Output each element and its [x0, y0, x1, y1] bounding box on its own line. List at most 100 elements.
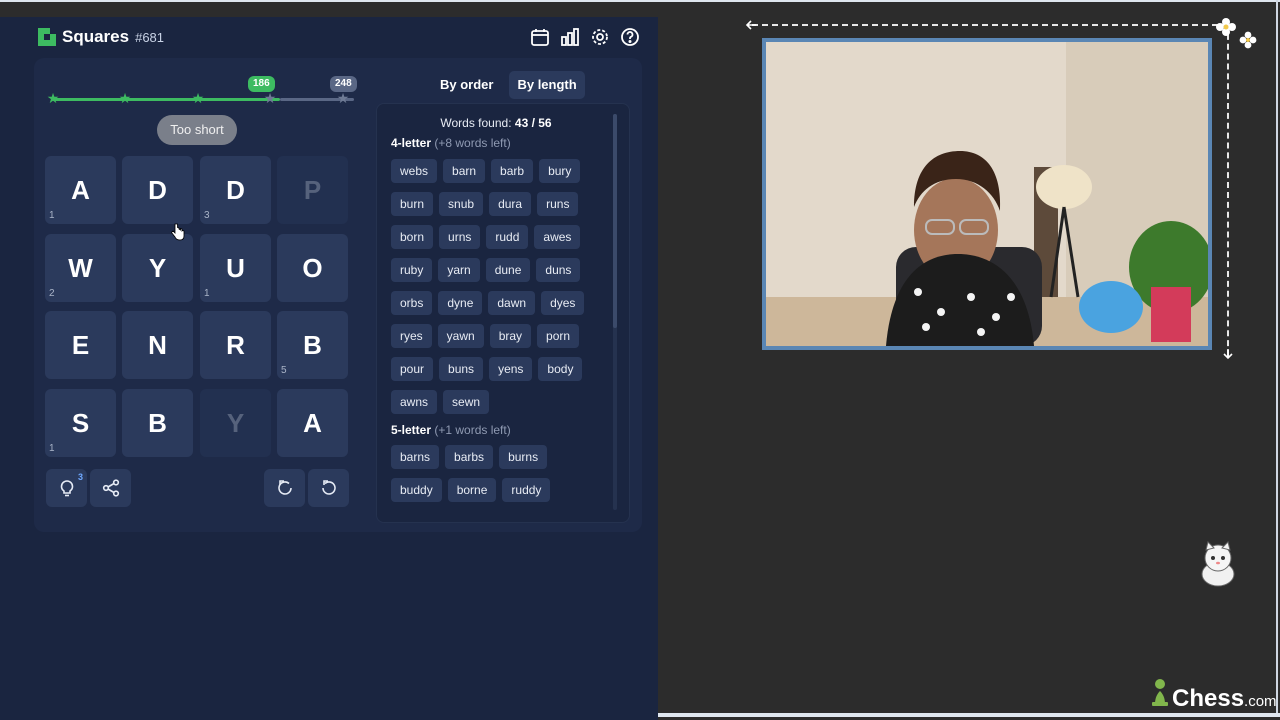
arrow-left-icon	[745, 20, 756, 30]
chess-com-logo: Chess .com	[1150, 678, 1277, 713]
word-chip[interactable]: buns	[439, 357, 484, 381]
tile-letter: P	[303, 174, 322, 205]
tab-by-length[interactable]: By length	[509, 71, 585, 99]
group-5-letter-header: 5-letter (+1 words left)	[391, 423, 511, 437]
word-chip[interactable]: orbs	[391, 291, 433, 315]
letter-tile[interactable]: D3	[200, 156, 271, 224]
letter-tile[interactable]: A1	[45, 156, 116, 224]
word-chip[interactable]: burns	[499, 445, 548, 469]
letter-tile-used[interactable]: P	[277, 156, 348, 224]
word-chip[interactable]: porn	[537, 324, 580, 348]
squares-logo-icon	[38, 28, 56, 46]
star-icon: ★	[336, 90, 350, 106]
star-icon: ★	[263, 90, 277, 106]
letter-tile[interactable]: S1	[45, 389, 116, 457]
word-chip[interactable]: awes	[534, 225, 581, 249]
shuffle-right-button[interactable]	[308, 469, 349, 507]
word-chip[interactable]: runs	[537, 192, 579, 216]
word-chip[interactable]: body	[538, 357, 583, 381]
dashed-frame-top	[752, 24, 1228, 26]
letter-tile[interactable]: N	[122, 311, 193, 379]
squares-game-panel: Squares #681 ★ ★ ★ ★ ★ 186 248 Too short…	[0, 17, 658, 720]
word-sort-tabs: By order By length	[432, 71, 585, 99]
group-4-letter-header: 4-letter (+8 words left)	[391, 136, 511, 150]
word-chip[interactable]: burn	[391, 192, 434, 216]
letter-tile[interactable]: R	[200, 311, 271, 379]
word-chip[interactable]: ruddy	[502, 478, 551, 502]
letter-grid: A1 D D3 P W2 Y U1 O E N R B5 S1 B Y A	[45, 156, 351, 460]
word-chip[interactable]: bury	[539, 159, 581, 183]
word-chip[interactable]: yens	[489, 357, 533, 381]
tile-letter: W	[68, 252, 93, 283]
stats-icon[interactable]	[560, 27, 580, 47]
word-chip[interactable]: dyne	[438, 291, 483, 315]
right-border	[1276, 0, 1278, 713]
tab-by-order[interactable]: By order	[432, 71, 501, 99]
word-chip[interactable]: buddy	[391, 478, 442, 502]
dashed-frame-right	[1227, 24, 1229, 356]
letter-tile[interactable]: D	[122, 156, 193, 224]
word-chip[interactable]: borne	[447, 478, 497, 502]
tile-letter: U	[226, 252, 245, 283]
word-chip[interactable]: dura	[489, 192, 532, 216]
word-chip[interactable]: rudd	[486, 225, 529, 249]
tile-letter: Y	[226, 407, 245, 438]
too-short-toast: Too short	[157, 115, 237, 145]
tile-count: 2	[49, 288, 55, 299]
shuffle-left-button[interactable]	[264, 469, 305, 507]
mouse-cursor-icon	[171, 223, 185, 241]
tile-letter: O	[302, 252, 323, 283]
current-score-badge: 186	[248, 76, 275, 92]
tile-letter: D	[148, 174, 167, 205]
star-icon: ★	[46, 90, 60, 106]
word-chip[interactable]: yarn	[438, 258, 480, 282]
word-chip[interactable]: urns	[439, 225, 481, 249]
settings-icon[interactable]	[590, 27, 610, 47]
calendar-icon[interactable]	[530, 27, 550, 47]
letter-tile[interactable]: U1	[200, 234, 271, 302]
word-chip[interactable]: awns	[391, 390, 438, 414]
letter-tile[interactable]: W2	[45, 234, 116, 302]
letter-tile[interactable]: A	[277, 389, 348, 457]
found-words-panel: Words found: 43 / 56 4-letter (+8 words …	[376, 103, 630, 523]
brand-suffix: .com	[1244, 693, 1277, 710]
word-chip[interactable]: dawn	[488, 291, 536, 315]
word-chip[interactable]: barn	[443, 159, 486, 183]
scrollbar-thumb[interactable]	[613, 114, 617, 328]
letter-tile[interactable]: Y	[122, 234, 193, 302]
star-icon: ★	[118, 90, 132, 106]
top-border	[0, 0, 1280, 6]
word-chip[interactable]: barb	[491, 159, 534, 183]
word-chip[interactable]: ruby	[391, 258, 433, 282]
word-chip[interactable]: bray	[489, 324, 532, 348]
word-chip[interactable]: webs	[391, 159, 438, 183]
word-chip[interactable]: barns	[391, 445, 440, 469]
hint-button[interactable]: 3	[46, 469, 87, 507]
word-chip[interactable]: born	[391, 225, 434, 249]
letter-tile[interactable]: E	[45, 311, 116, 379]
letter-tile[interactable]: B5	[277, 311, 348, 379]
tile-letter: R	[226, 329, 245, 360]
help-icon[interactable]	[620, 27, 640, 47]
words-scrollbar[interactable]	[613, 114, 617, 510]
share-button[interactable]	[90, 469, 131, 507]
word-chip[interactable]: duns	[536, 258, 581, 282]
word-chip[interactable]: pour	[391, 357, 434, 381]
letter-tile-used[interactable]: Y	[200, 389, 271, 457]
word-chip[interactable]: ryes	[391, 324, 432, 348]
group-label: 4-letter	[391, 136, 432, 150]
word-chip[interactable]: dune	[485, 258, 531, 282]
word-chip[interactable]: barbs	[445, 445, 494, 469]
five-letter-words: barns barbs burns buddy borne ruddy	[391, 445, 601, 502]
word-chip[interactable]: dyes	[541, 291, 585, 315]
tile-letter: A	[303, 407, 322, 438]
word-chip[interactable]: snub	[439, 192, 484, 216]
word-chip[interactable]: yawn	[437, 324, 484, 348]
letter-tile[interactable]: B	[122, 389, 193, 457]
tile-letter: E	[71, 329, 90, 360]
webcam-image	[766, 42, 1208, 346]
tile-count: 3	[204, 210, 210, 221]
word-chip[interactable]: sewn	[443, 390, 490, 414]
letter-tile[interactable]: O	[277, 234, 348, 302]
flower-decoration-icon	[1216, 18, 1257, 49]
